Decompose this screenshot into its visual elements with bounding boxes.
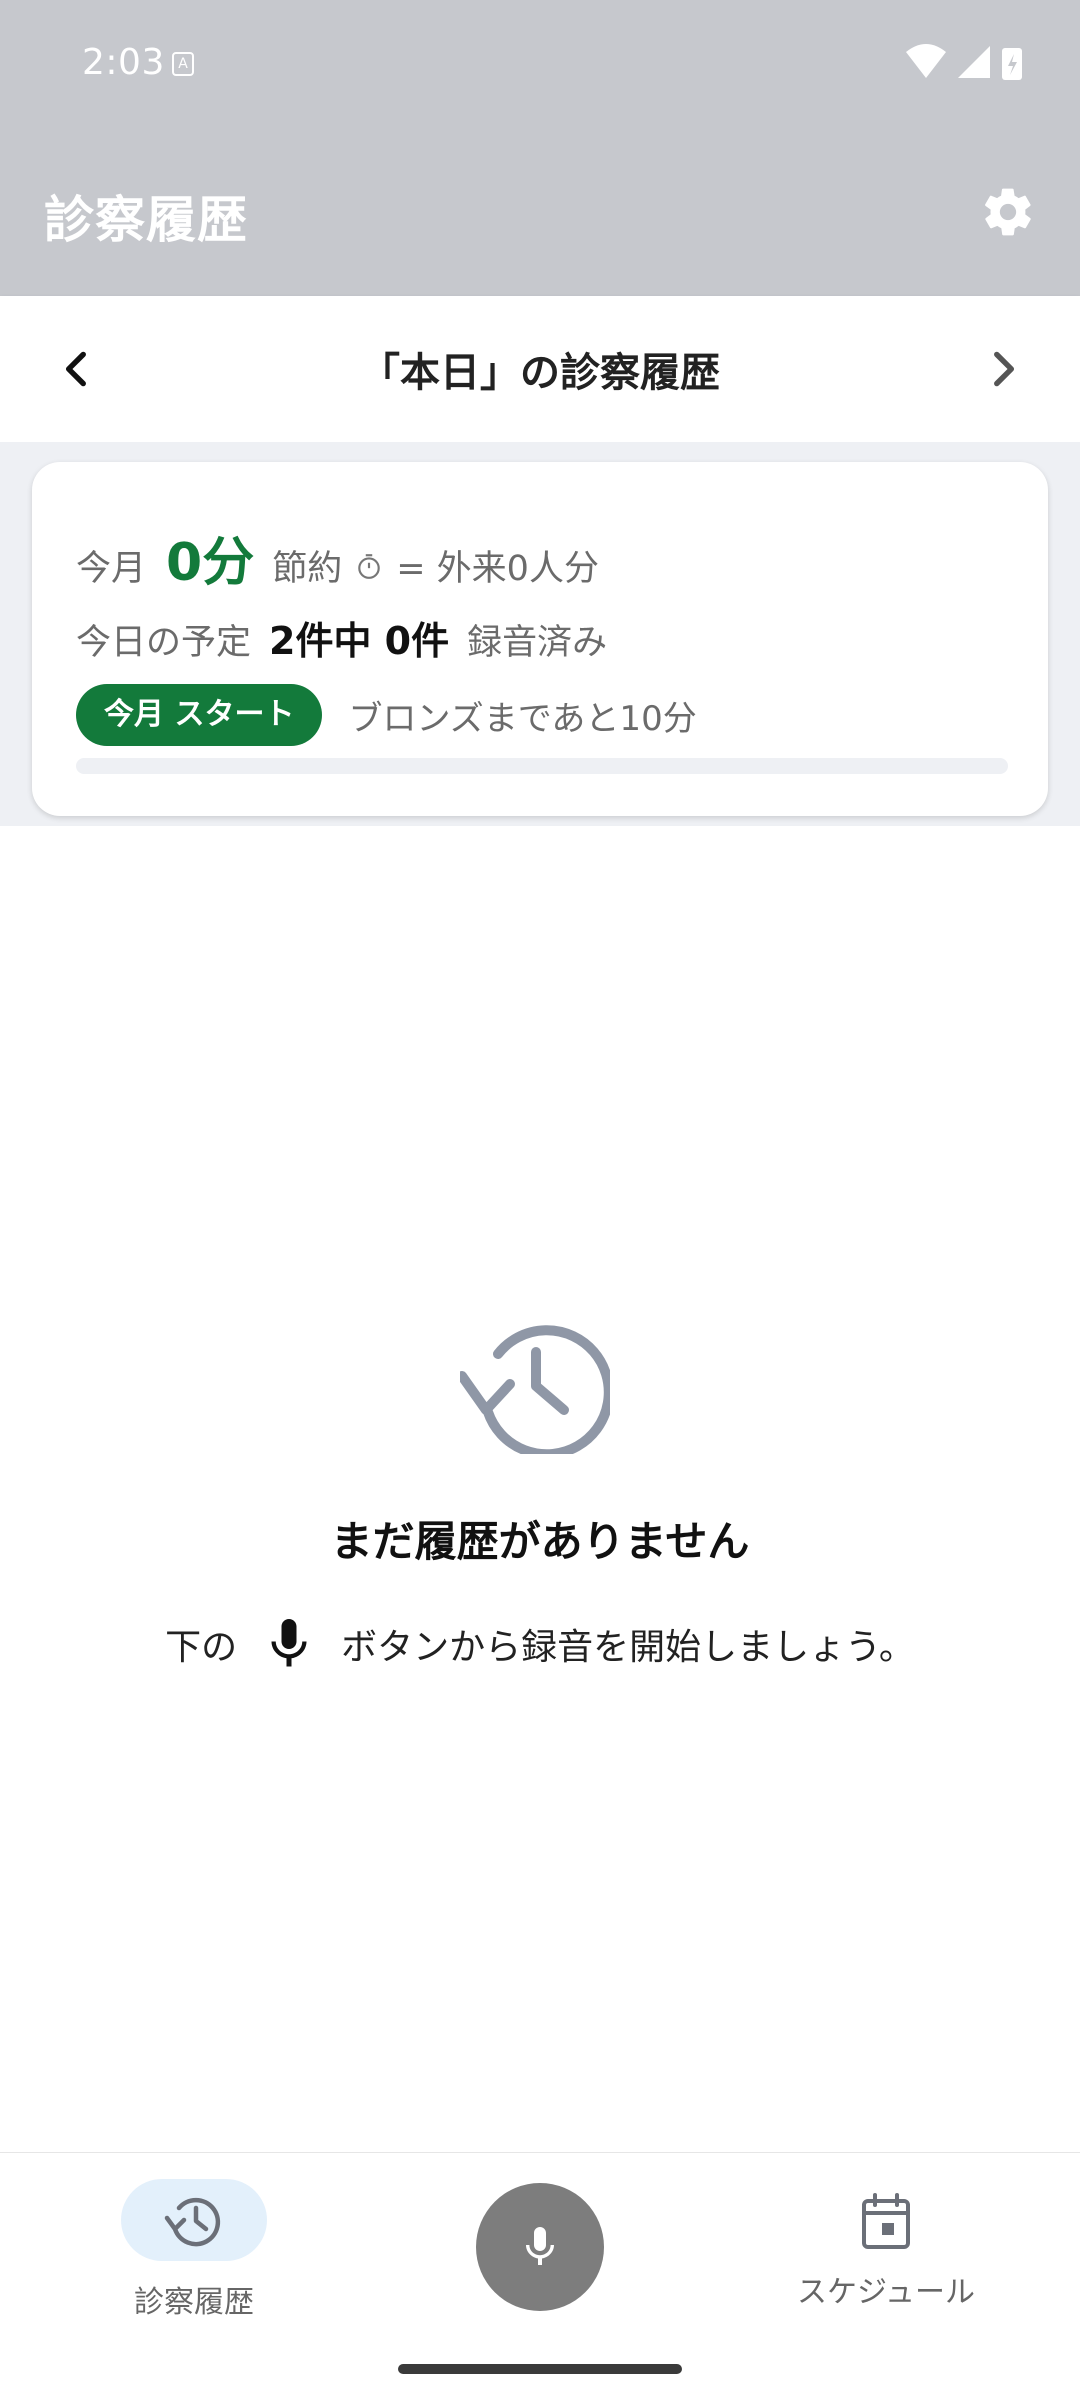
saved-equivalent: = 外来0人分 (396, 549, 599, 589)
next-day-chevron-icon[interactable] (978, 344, 1028, 394)
stats-card: 今月 0分 節約 = 外来0人分 今日の予定 2件中 0件 録音済み 今月 スタ… (32, 462, 1048, 816)
status-icons (906, 44, 1022, 80)
status-time: 2:03 (82, 42, 165, 83)
month-label: 今月 (76, 549, 147, 589)
tab-history[interactable]: 診察履歴 (104, 2179, 284, 2379)
level-row: 今月 スタート ブロンズまであと10分 (76, 684, 697, 746)
next-level-text: ブロンズまであと10分 (348, 698, 697, 739)
stopwatch-icon (358, 554, 380, 579)
wifi-icon (906, 44, 946, 78)
history-clock-icon (460, 1325, 610, 1454)
today-schedule-row: 今日の予定 2件中 0件 録音済み (76, 610, 607, 665)
tab-schedule-label: スケジュール (797, 2275, 975, 2310)
tab-history-label: 診察履歴 (134, 2285, 254, 2320)
history-icon (164, 2197, 221, 2247)
keyboard-indicator-icon: A (172, 52, 194, 76)
date-title: 「本日」の診察履歴 (360, 350, 720, 396)
level-progress-bar (76, 758, 1008, 774)
today-suffix: 録音済み (467, 623, 608, 663)
home-indicator (398, 2364, 682, 2374)
saved-value: 0分 (166, 533, 255, 593)
today-label: 今日の予定 (76, 623, 252, 663)
microphone-icon (526, 2227, 554, 2265)
record-mic-button[interactable] (476, 2183, 604, 2311)
signal-icon (958, 46, 990, 78)
calendar-icon (862, 2193, 910, 2249)
app-header: 2:03 A 診察履歴 (0, 0, 1080, 296)
tab-schedule[interactable]: スケジュール (786, 2191, 986, 2311)
settings-gear-icon[interactable] (980, 184, 1036, 240)
hint-suffix: ボタンから録音を開始しましょう。 (341, 1627, 915, 1668)
empty-state-hint: 下の ボタンから録音を開始しましょう。 (0, 1612, 1080, 1676)
hint-prefix: 下の (165, 1627, 238, 1668)
microphone-icon (271, 1619, 307, 1667)
today-count: 2件中 0件 (269, 619, 450, 663)
saved-label: 節約 (272, 549, 343, 589)
page-title: 診察履歴 (44, 191, 248, 249)
date-navigator: 「本日」の診察履歴 (0, 296, 1080, 442)
tab-history-indicator (121, 2179, 267, 2261)
level-badge: 今月 スタート (76, 684, 323, 746)
saved-time-row: 今月 0分 節約 = 外来0人分 (76, 520, 599, 593)
empty-state-title: まだ履歴がありません (330, 1517, 750, 1566)
